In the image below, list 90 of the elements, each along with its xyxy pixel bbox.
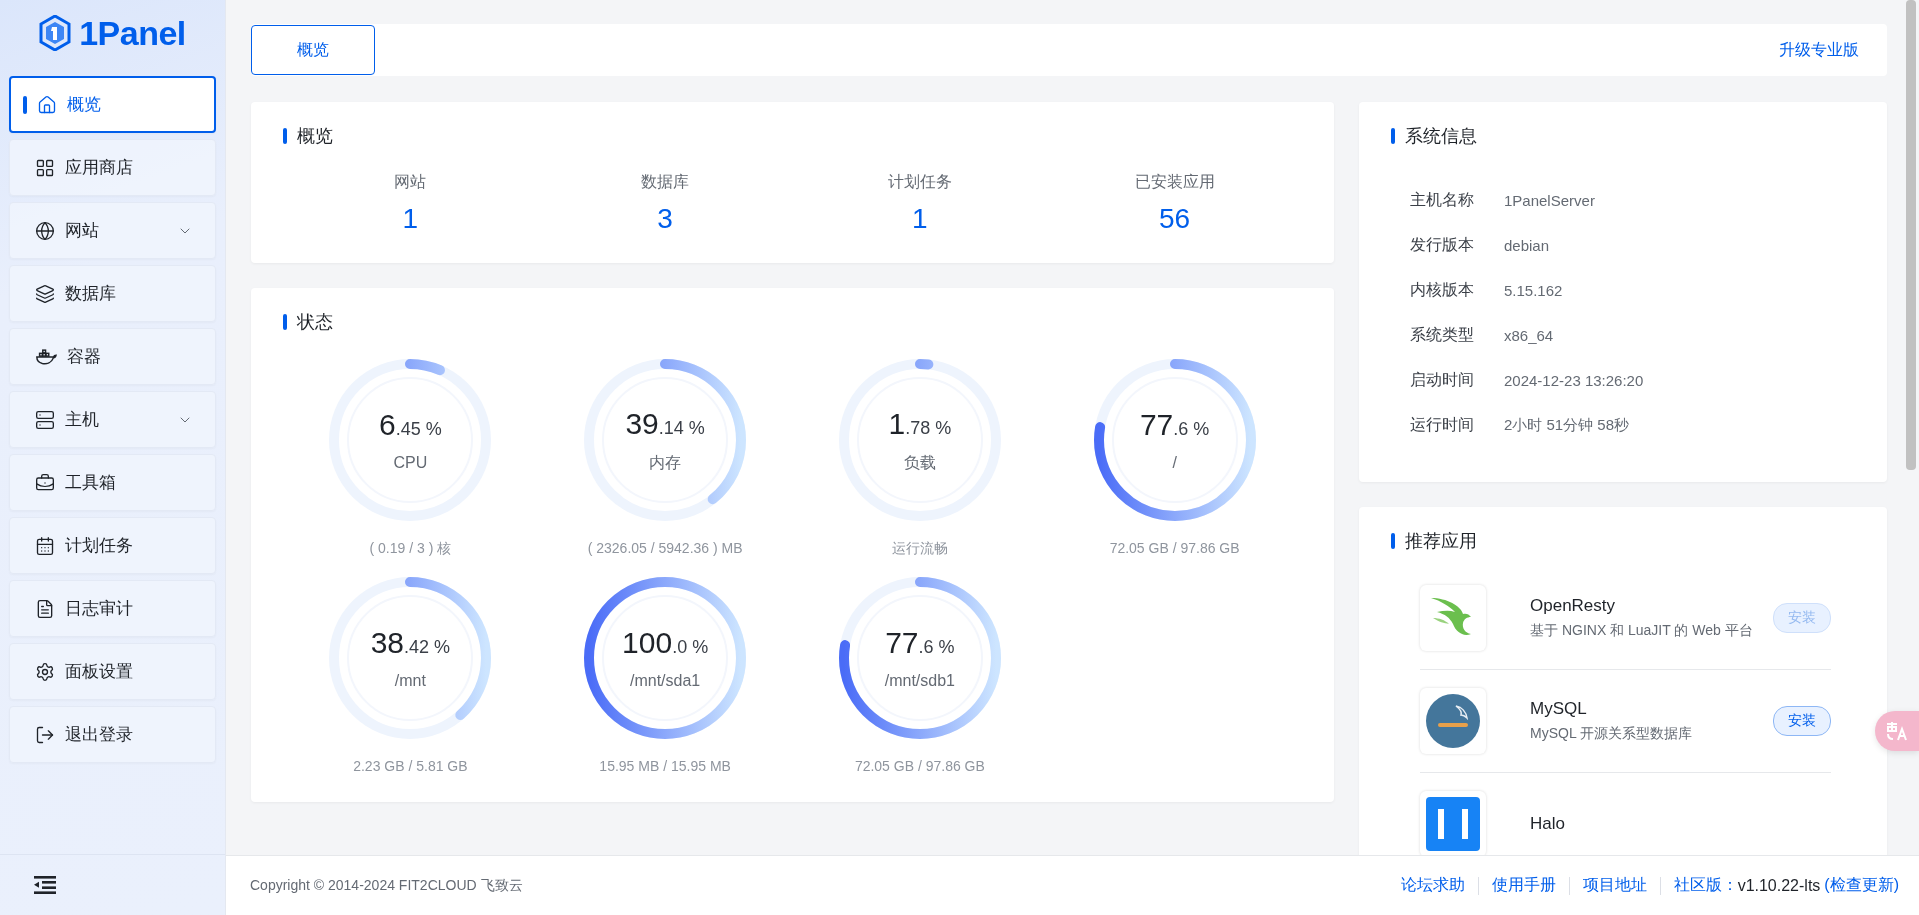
- info-value: 2小时 51分钟 58秒: [1504, 416, 1630, 435]
- sidebar-item[interactable]: 面板设置: [9, 643, 216, 700]
- document-icon: [35, 598, 55, 619]
- gauge-label: /mnt: [394, 672, 426, 690]
- gauge-reading: 39.14 %: [625, 406, 705, 441]
- gauge-reading: 6.45 %: [379, 408, 442, 442]
- sidebar-item[interactable]: 数据库: [9, 265, 216, 322]
- gauge-label: 负载: [903, 452, 936, 473]
- stat-value[interactable]: 1: [402, 203, 419, 235]
- copyright-text: Copyright © 2014-2024 FIT2CLOUD 飞致云: [250, 876, 523, 895]
- sidebar-item[interactable]: 容器: [9, 328, 216, 385]
- stat-value[interactable]: 3: [657, 203, 673, 235]
- card-title: 概览: [297, 125, 333, 148]
- settings-icon: [35, 661, 55, 682]
- scrollbar[interactable]: [1906, 0, 1916, 470]
- gauge-detail: 72.05 GB / 97.86 GB: [854, 758, 985, 774]
- upgrade-link[interactable]: 升级专业版: [1779, 39, 1859, 61]
- footer-link[interactable]: 使用手册: [1491, 875, 1556, 896]
- info-label: 主机名称: [1410, 190, 1475, 210]
- gauge-reading: 1.78 %: [888, 406, 952, 441]
- collapse-menu-icon[interactable]: [34, 876, 56, 894]
- dolphin-logo-icon: [1426, 694, 1480, 748]
- hexagon-logo-icon: [39, 15, 72, 51]
- version-text: v1.10.22-lts: [1737, 876, 1821, 895]
- sidebar-item[interactable]: 日志审计: [9, 580, 216, 637]
- sidebar-item[interactable]: 应用商店: [9, 139, 216, 196]
- info-value: debian: [1504, 237, 1550, 254]
- card-title: 系统信息: [1405, 125, 1477, 148]
- gauge-detail: 72.05 GB / 97.86 GB: [1109, 540, 1240, 556]
- gauge-detail: 2.23 GB / 5.81 GB: [353, 758, 468, 774]
- info-value: 2024-12-23 13:26:20: [1504, 372, 1644, 389]
- info-label: 运行时间: [1410, 415, 1475, 435]
- gauge-detail: 运行流畅: [891, 540, 948, 558]
- calendar-icon: [35, 535, 55, 556]
- logout-icon: [35, 724, 55, 745]
- sidebar-item[interactable]: 主机: [9, 391, 216, 448]
- logo-text: 1Panel: [79, 13, 186, 53]
- gauge-label: /mnt/sdb1: [884, 672, 955, 690]
- stat-label: 网站: [394, 172, 427, 192]
- toolbox-icon: [35, 472, 55, 493]
- gauge-detail: ( 0.19 / 3 ) 核: [369, 540, 452, 558]
- tab[interactable]: 概览: [251, 25, 375, 75]
- translate-button[interactable]: [1875, 711, 1919, 751]
- stat-value[interactable]: 1: [912, 203, 928, 235]
- sidebar-item[interactable]: 网站: [9, 202, 216, 259]
- house-icon: [37, 94, 57, 115]
- sidebar-item[interactable]: 退出登录: [9, 706, 216, 763]
- info-label: 启动时间: [1410, 370, 1475, 390]
- stat-label: 已安装应用: [1134, 172, 1215, 192]
- info-value: x86_64: [1504, 327, 1554, 344]
- app-name: Halo: [1530, 814, 1566, 834]
- app-description: 基于 NGINX 和 LuaJIT 的 Web 平台: [1530, 622, 1754, 640]
- gauge-detail: ( 2326.05 / 5942.36 ) MB: [587, 540, 743, 556]
- install-button[interactable]: 安装: [1773, 706, 1831, 736]
- stat-value[interactable]: 56: [1159, 203, 1191, 235]
- whale-icon: [35, 347, 57, 366]
- footer-link[interactable]: 论坛求助: [1400, 875, 1465, 896]
- gauge-detail: 15.95 MB / 15.95 MB: [599, 758, 731, 774]
- footer-link[interactable]: 项目地址: [1582, 875, 1647, 896]
- sidebar-item[interactable]: 概览: [9, 76, 216, 133]
- gauge-label: /mnt/sda1: [630, 672, 701, 690]
- info-label: 发行版本: [1410, 235, 1475, 255]
- app-logo-icon: [1426, 797, 1480, 851]
- stat-label: 计划任务: [887, 172, 952, 192]
- info-label: 内核版本: [1410, 280, 1475, 300]
- check-update-link[interactable]: (检查更新): [1824, 875, 1899, 896]
- grid-icon: [35, 157, 55, 178]
- gauge-reading: 77.6 %: [1139, 408, 1210, 442]
- info-value: 5.15.162: [1504, 282, 1563, 299]
- app-description: MySQL 开源关系型数据库: [1530, 725, 1694, 743]
- edition-label: 社区版：: [1673, 875, 1738, 895]
- app-name: OpenResty: [1530, 596, 1617, 616]
- sidebar-item[interactable]: 计划任务: [9, 517, 216, 574]
- gauge-label: /: [1172, 454, 1177, 472]
- stat-label: 数据库: [641, 172, 690, 192]
- layers-icon: [35, 283, 55, 304]
- gauge-reading: 100.0 %: [622, 626, 709, 660]
- card-title: 推荐应用: [1405, 530, 1477, 553]
- sidebar-item[interactable]: 工具箱: [9, 454, 216, 511]
- gauge-label: 内存: [649, 452, 682, 473]
- globe-icon: [35, 220, 55, 241]
- card-title: 状态: [297, 311, 333, 334]
- gauge-reading: 38.42 %: [370, 626, 451, 660]
- gauge-reading: 77.6 %: [885, 626, 955, 660]
- gauge-label: CPU: [393, 454, 428, 472]
- app-name: MySQL: [1530, 699, 1588, 719]
- server-icon: [35, 409, 55, 430]
- info-value: 1PanelServer: [1504, 192, 1595, 209]
- translate-icon: [1885, 720, 1909, 742]
- info-label: 系统类型: [1410, 325, 1475, 345]
